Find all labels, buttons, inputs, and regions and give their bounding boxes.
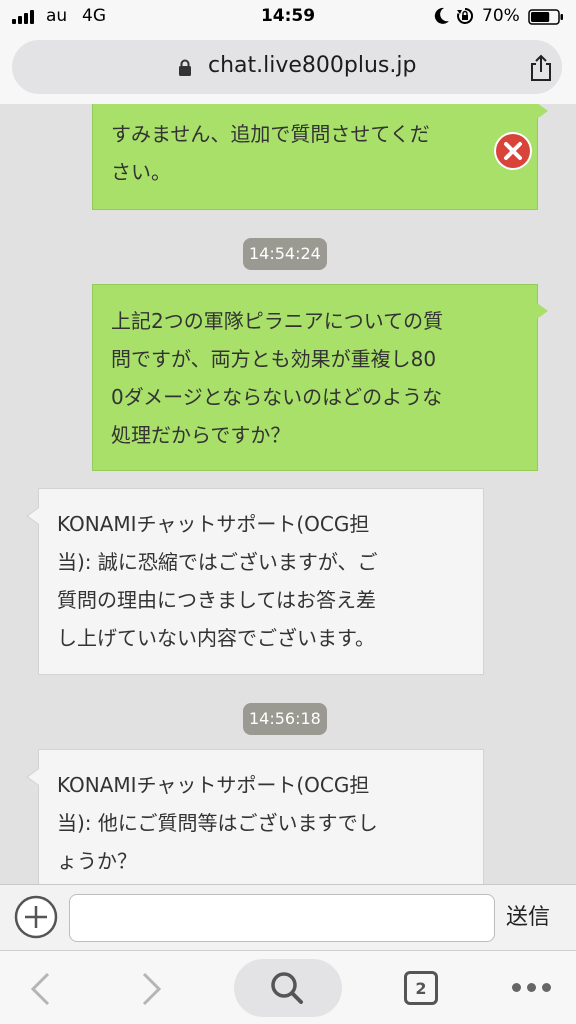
chat-log[interactable]: すみません、追加で質問させてくだ さい。 14:54:24 上記2つの軍隊ピラニ…	[0, 104, 576, 884]
timestamp-badge: 14:56:18	[243, 703, 327, 735]
my-message-bubble: すみません、追加で質問させてくだ さい。	[92, 104, 548, 210]
lock-icon	[179, 59, 191, 76]
delete-icon[interactable]	[492, 130, 534, 172]
lock-rotation-icon	[457, 7, 474, 24]
message-input-bar: 送信	[0, 884, 576, 950]
moon-icon	[434, 7, 449, 24]
url-text: chat.live800plus.jp	[208, 53, 417, 78]
browser-toolbar: 2	[0, 950, 576, 1024]
plus-icon[interactable]	[13, 894, 59, 940]
status-bar: au 4G 14:59 70%	[0, 0, 576, 34]
search-button[interactable]	[234, 959, 342, 1017]
phone-screen: au 4G 14:59 70% chat.live800plus.jp すみませ…	[0, 0, 576, 1024]
tabs-icon[interactable]: 2	[404, 971, 438, 1005]
message-input[interactable]	[69, 894, 495, 942]
support-message-bubble: KONAMIチャットサポート(OCG担 当): 他にご質問等はございますでし ょ…	[26, 749, 484, 884]
send-button[interactable]: 送信	[506, 899, 550, 931]
my-message-bubble: 上記2つの軍隊ピラニアについての質 問ですが、両方とも効果が重複し80 0ダメー…	[92, 284, 548, 471]
battery-icon	[528, 9, 563, 25]
forward-icon[interactable]	[140, 971, 164, 1007]
address-bar[interactable]: chat.live800plus.jp	[12, 40, 562, 94]
browser-address-area: chat.live800plus.jp	[0, 34, 576, 104]
share-icon[interactable]	[528, 54, 554, 82]
more-icon[interactable]	[512, 983, 551, 992]
battery-percent: 70%	[482, 6, 520, 26]
support-message-bubble: KONAMIチャットサポート(OCG担 当): 誠に恐縮ではございますが、ご 質…	[26, 488, 484, 675]
back-icon[interactable]	[28, 971, 52, 1007]
search-icon	[271, 972, 303, 1004]
timestamp-badge: 14:54:24	[243, 238, 327, 270]
